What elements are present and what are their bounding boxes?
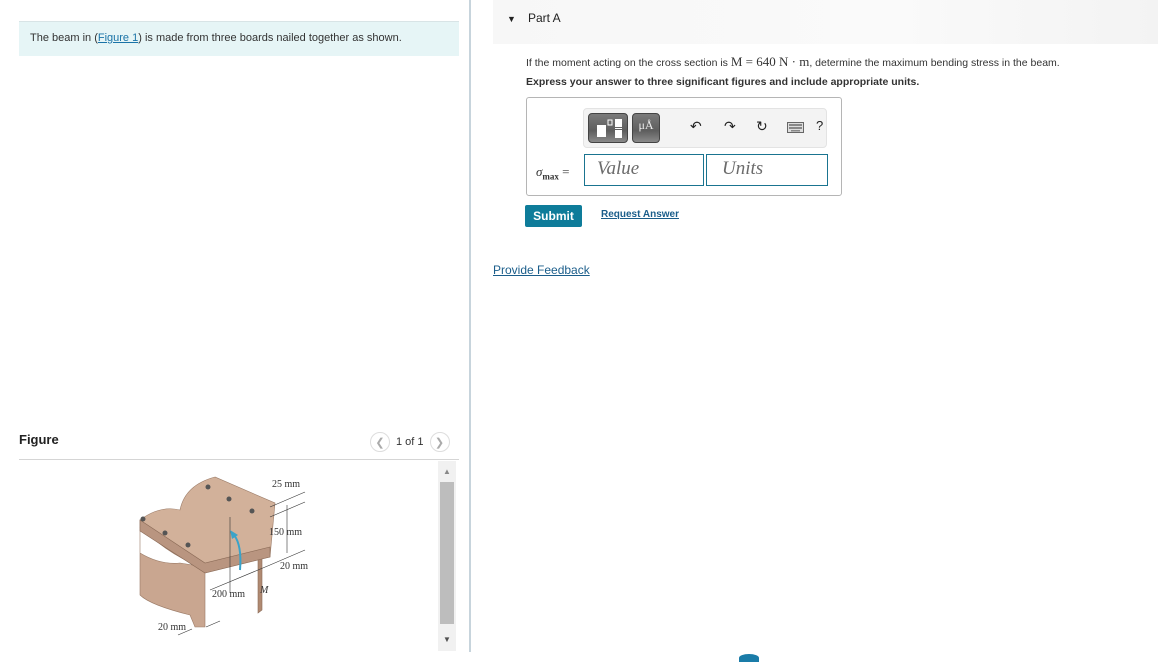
equals-sign: = bbox=[562, 164, 570, 179]
part-a-header[interactable]: ▼ Part A bbox=[493, 0, 1158, 44]
right-board bbox=[257, 554, 263, 614]
moment-value: M = 640 N · m bbox=[730, 54, 810, 69]
answer-box: μÅ ↶ ↷ ↻ ? σmax = Value Units bbox=[526, 97, 842, 196]
figure-page-indicator: 1 of 1 bbox=[396, 436, 424, 448]
next-figure-button[interactable]: ❯ bbox=[429, 432, 450, 452]
label-web-height: 150 mm bbox=[269, 527, 302, 538]
nail bbox=[226, 496, 232, 502]
request-answer-link[interactable]: Request Answer bbox=[601, 209, 679, 220]
beam-illustration: 25 mm 150 mm 20 mm 200 mm M 20 mm bbox=[139, 476, 308, 636]
math-toolbar: μÅ ↶ ↷ ↻ ? bbox=[583, 108, 827, 148]
label-moment: M bbox=[259, 585, 269, 596]
value-input[interactable]: Value bbox=[584, 154, 704, 186]
keyboard-icon[interactable] bbox=[787, 120, 804, 136]
question-prefix: If the moment acting on the cross sectio… bbox=[526, 57, 731, 69]
intro-text-prefix: The beam in ( bbox=[30, 32, 98, 44]
nail bbox=[162, 530, 168, 536]
provide-feedback-link[interactable]: Provide Feedback bbox=[493, 263, 590, 277]
reset-icon[interactable]: ↻ bbox=[756, 118, 768, 135]
redo-icon[interactable]: ↷ bbox=[724, 118, 736, 135]
figure-scrollbar[interactable]: ▲ ▼ bbox=[438, 461, 456, 651]
templates-button[interactable] bbox=[588, 113, 628, 143]
beam-figure: 25 mm 150 mm 20 mm 200 mm M 20 mm bbox=[130, 465, 330, 645]
submit-button[interactable]: Submit bbox=[525, 205, 582, 227]
figure-divider bbox=[19, 459, 459, 460]
chevron-left-icon: ❮ bbox=[375, 436, 385, 449]
question-suffix: , determine the maximum bending stress i… bbox=[809, 57, 1060, 69]
label-side-thickness-right: 20 mm bbox=[280, 561, 308, 572]
caret-down-icon[interactable]: ▼ bbox=[507, 14, 516, 24]
answer-instructions: Express your answer to three significant… bbox=[526, 76, 920, 88]
problem-intro: The beam in (Figure 1) is made from thre… bbox=[19, 21, 459, 56]
partial-widget-edge bbox=[739, 654, 759, 662]
help-icon[interactable]: ? bbox=[816, 118, 823, 133]
figure-title: Figure bbox=[19, 432, 59, 447]
templates-icon bbox=[597, 119, 622, 138]
intro-text-suffix: ) is made from three boards nailed toget… bbox=[138, 32, 402, 44]
label-side-thickness-left: 20 mm bbox=[158, 622, 186, 633]
prev-figure-button[interactable]: ❮ bbox=[370, 432, 390, 452]
label-top-thickness: 25 mm bbox=[272, 479, 300, 490]
nail bbox=[249, 508, 255, 514]
units-button[interactable]: μÅ bbox=[632, 113, 660, 143]
left-panel: The beam in (Figure 1) is made from thre… bbox=[0, 0, 470, 658]
units-input[interactable]: Units bbox=[706, 154, 828, 186]
label-width: 200 mm bbox=[212, 589, 245, 600]
nail bbox=[205, 484, 211, 490]
chevron-right-icon: ❯ bbox=[434, 436, 445, 449]
undo-icon[interactable]: ↶ bbox=[690, 118, 702, 135]
part-label: Part A bbox=[528, 11, 561, 25]
question-text: If the moment acting on the cross sectio… bbox=[526, 54, 1060, 70]
figure-link[interactable]: Figure 1 bbox=[98, 32, 138, 44]
units-icon: μÅ bbox=[638, 118, 654, 132]
scroll-down-icon[interactable]: ▼ bbox=[438, 631, 456, 647]
figure-pager: ❮ 1 of 1 ❯ bbox=[370, 432, 450, 452]
scroll-thumb[interactable] bbox=[440, 482, 454, 624]
answer-variable: σmax = bbox=[536, 164, 570, 182]
scroll-up-icon[interactable]: ▲ bbox=[438, 463, 456, 479]
right-panel: ▼ Part A If the moment acting on the cro… bbox=[471, 0, 1158, 662]
nail bbox=[140, 516, 146, 522]
nail bbox=[185, 542, 191, 548]
sigma-subscript: max bbox=[542, 171, 559, 182]
